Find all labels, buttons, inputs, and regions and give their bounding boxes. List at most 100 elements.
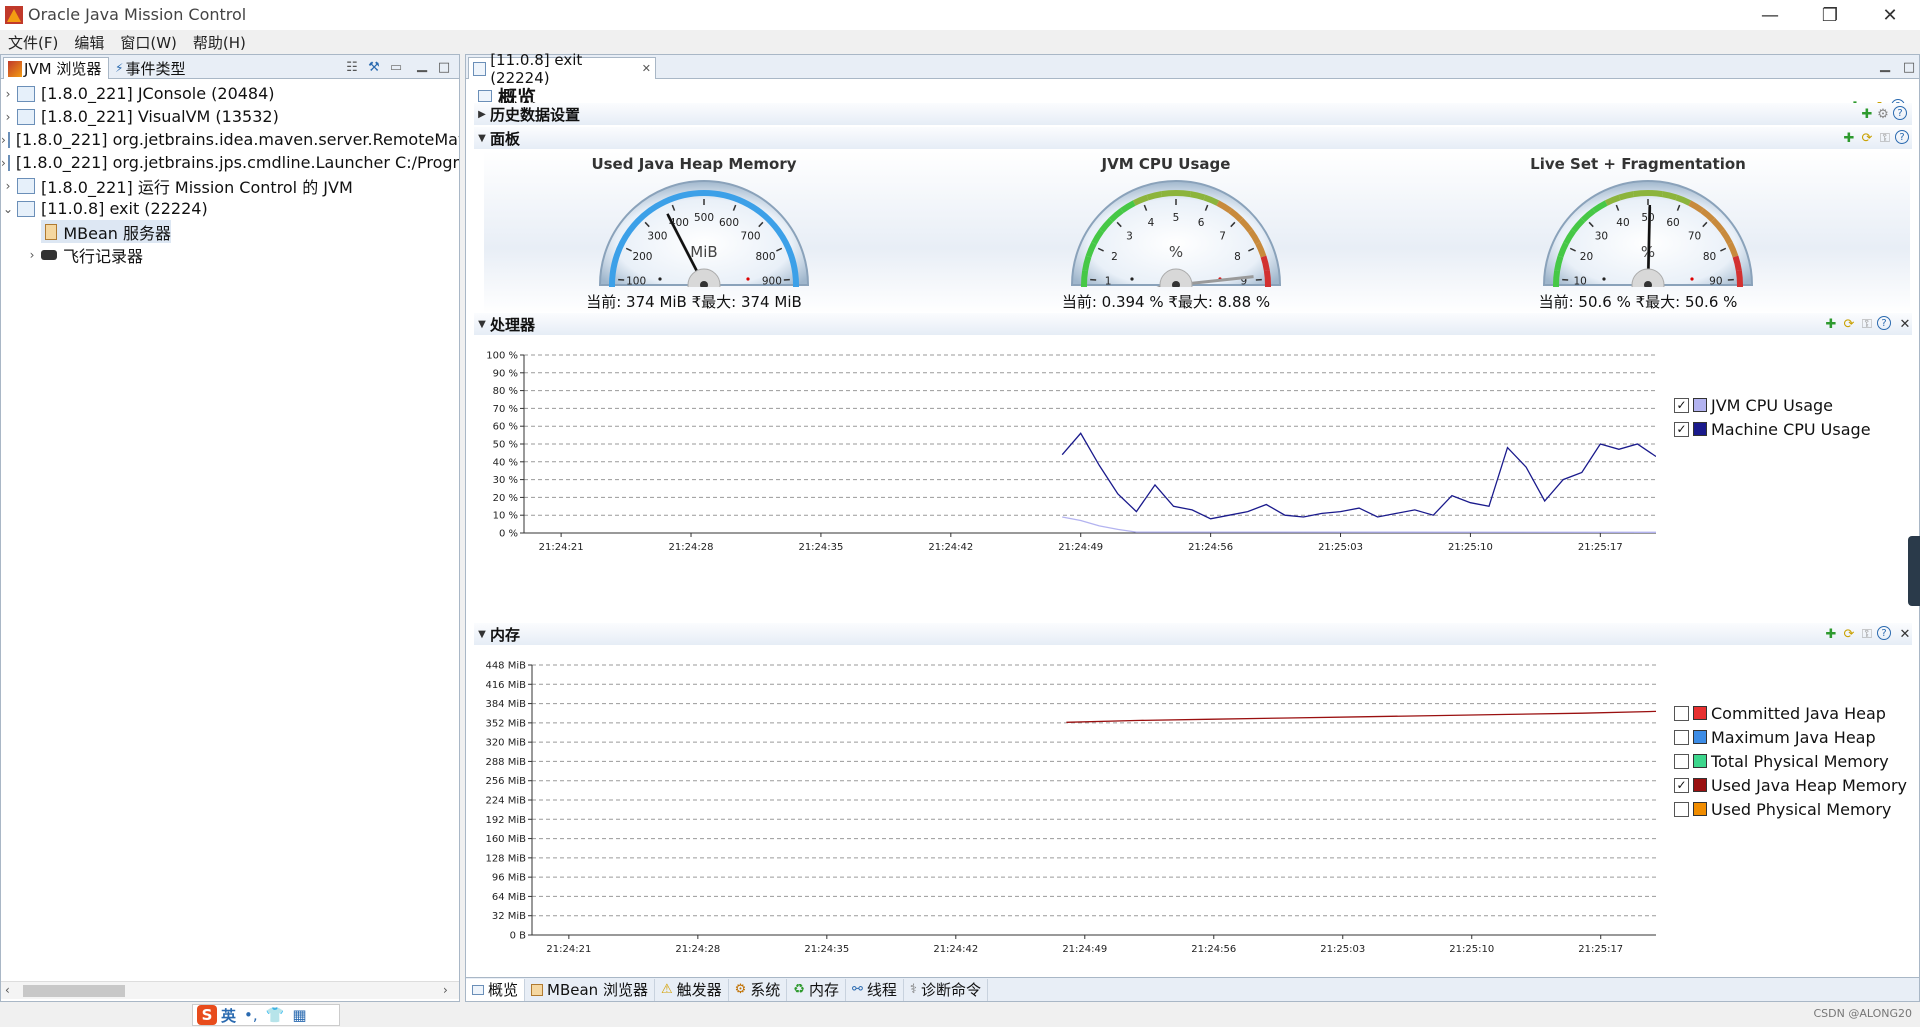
- add-icon[interactable]: ✚: [1841, 130, 1857, 146]
- legend-item-used-heap[interactable]: ✓ Used Java Heap Memory: [1674, 773, 1914, 797]
- legend-item-machine-cpu[interactable]: ✓ Machine CPU Usage: [1674, 417, 1914, 441]
- restore-button[interactable]: ❐: [1800, 0, 1860, 30]
- chevron-right-icon[interactable]: ›: [1, 110, 15, 124]
- dashboard-section-header[interactable]: ▼ 面板: [474, 127, 1912, 149]
- lock-icon[interactable]: ⚿: [1859, 626, 1875, 642]
- menu-edit[interactable]: 编辑: [66, 32, 112, 53]
- tab-exit-22224[interactable]: [11.0.8] exit (22224) ✕: [468, 51, 656, 87]
- maximize-view-icon[interactable]: □: [436, 59, 452, 75]
- gauge-tick-label: 90: [1709, 276, 1722, 287]
- add-icon[interactable]: ✚: [1823, 316, 1839, 332]
- legend-item-jvm-cpu[interactable]: ✓ JVM CPU Usage: [1674, 393, 1914, 417]
- legend-checkbox[interactable]: [1674, 705, 1689, 721]
- chevron-down-icon[interactable]: ▼: [474, 133, 490, 144]
- close-tab-icon[interactable]: ✕: [642, 62, 651, 75]
- refresh-icon[interactable]: ⟳: [1859, 130, 1875, 146]
- tab-jvm-browser[interactable]: JVM 浏览器: [3, 57, 109, 79]
- tab-threads[interactable]: ⚯ 线程: [846, 978, 904, 1001]
- legend-checkbox[interactable]: ✓: [1674, 397, 1689, 413]
- help-icon[interactable]: ?: [1893, 106, 1907, 120]
- chevron-right-icon[interactable]: ▶: [474, 109, 490, 120]
- chevron-down-icon[interactable]: ▼: [474, 319, 490, 330]
- close-window-button[interactable]: ✕: [1860, 0, 1920, 30]
- connect-icon[interactable]: ⚒: [366, 59, 382, 75]
- tree-item-mbean-server[interactable]: MBean 服务器: [41, 220, 171, 243]
- jvm-icon: [17, 85, 35, 102]
- chevron-down-icon[interactable]: ▼: [474, 629, 490, 640]
- scrollbar-thumb[interactable]: [23, 985, 125, 997]
- side-grip-handle[interactable]: [1908, 536, 1920, 606]
- chevron-right-icon[interactable]: ›: [1, 179, 15, 193]
- tree-item-jconsole[interactable]: › [1.8.0_221] JConsole (20484): [1, 82, 459, 105]
- legend-checkbox[interactable]: [1674, 753, 1689, 769]
- new-folder-icon[interactable]: ▭: [388, 59, 404, 75]
- skin-icon[interactable]: 👕: [266, 1006, 285, 1024]
- close-icon[interactable]: ✕: [1897, 316, 1913, 332]
- tab-overview[interactable]: 概览: [466, 978, 526, 1001]
- sogou-ime-icon[interactable]: S: [197, 1005, 217, 1025]
- close-icon[interactable]: ✕: [1897, 626, 1913, 642]
- legend-item-committed-heap[interactable]: Committed Java Heap: [1674, 701, 1914, 725]
- tab-diagnostic-commands[interactable]: ⚕ 诊断命令: [904, 978, 988, 1001]
- gauge-arc-segment: [1618, 191, 1635, 201]
- gauge-arc-segment: [1175, 190, 1191, 198]
- refresh-icon[interactable]: ⟳: [1841, 316, 1857, 332]
- scroll-right-icon[interactable]: ›: [443, 983, 448, 997]
- ime-toolbar[interactable]: S 英 •, 👕 ▦: [192, 1004, 340, 1026]
- maximize-editor-icon[interactable]: □: [1901, 59, 1917, 75]
- menu-file[interactable]: 文件(F): [0, 32, 66, 53]
- add-icon[interactable]: ✚: [1859, 106, 1875, 122]
- help-icon[interactable]: ?: [1877, 316, 1891, 330]
- add-icon[interactable]: ✚: [1823, 626, 1839, 642]
- tree-item-jps-launcher[interactable]: › [1.8.0_221] org.jetbrains.jps.cmdline.…: [1, 151, 459, 174]
- legend-checkbox[interactable]: ✓: [1674, 777, 1689, 793]
- toolbox-icon[interactable]: ▦: [292, 1006, 306, 1024]
- chevron-right-icon[interactable]: ›: [25, 248, 39, 262]
- tree-layout-icon[interactable]: ☷: [344, 59, 360, 75]
- minimize-editor-icon[interactable]: ▁: [1877, 57, 1893, 73]
- chevron-right-icon[interactable]: ›: [1, 133, 6, 147]
- help-icon[interactable]: ?: [1895, 130, 1909, 144]
- legend-checkbox[interactable]: [1674, 801, 1689, 817]
- punctuation-icon[interactable]: •,: [244, 1006, 258, 1024]
- tab-mbean-browser[interactable]: MBean 浏览器: [525, 978, 655, 1001]
- horizontal-scrollbar[interactable]: ‹ ›: [1, 981, 459, 999]
- tab-system[interactable]: ⚙ 系统: [729, 978, 788, 1001]
- lock-icon[interactable]: ⚿: [1877, 130, 1893, 146]
- settings-icon[interactable]: ⚙: [1875, 106, 1891, 122]
- history-section-header[interactable]: ▶ 历史数据设置: [474, 103, 1912, 125]
- tree-item-mission-control-jvm[interactable]: › [1.8.0_221] 运行 Mission Control 的 JVM: [1, 174, 459, 197]
- tree-item-maven-server[interactable]: › [1.8.0_221] org.jetbrains.idea.maven.s…: [1, 128, 459, 151]
- y-tick-label: 100 %: [486, 351, 518, 362]
- tab-triggers[interactable]: ⚠ 触发器: [655, 978, 729, 1001]
- lock-icon[interactable]: ⚿: [1859, 316, 1875, 332]
- tree-item-flight-recorder[interactable]: › 飞行记录器: [25, 243, 325, 266]
- x-tick-label: 21:25:03: [1318, 542, 1363, 553]
- menu-window[interactable]: 窗口(W): [112, 32, 185, 53]
- legend-item-total-physical[interactable]: Total Physical Memory: [1674, 749, 1914, 773]
- minimize-button[interactable]: —: [1740, 0, 1800, 30]
- chevron-right-icon[interactable]: ›: [1, 87, 15, 101]
- legend-item-used-physical[interactable]: Used Physical Memory: [1674, 797, 1914, 821]
- chevron-down-icon[interactable]: ⌄: [1, 202, 15, 216]
- legend-item-max-heap[interactable]: Maximum Java Heap: [1674, 725, 1914, 749]
- legend-swatch: [1693, 754, 1707, 768]
- legend-checkbox[interactable]: [1674, 729, 1689, 745]
- tree-item-visualvm[interactable]: › [1.8.0_221] VisualVM (13532): [1, 105, 459, 128]
- tab-label: 内存: [808, 981, 839, 999]
- y-tick-label: 160 MiB: [485, 834, 526, 845]
- gauge-readout-heap: 当前: 374 MiB ₹最大: 374 MiB: [586, 293, 802, 311]
- chevron-right-icon[interactable]: ›: [1, 156, 6, 170]
- legend-checkbox[interactable]: ✓: [1674, 421, 1689, 437]
- refresh-icon[interactable]: ⟳: [1841, 626, 1857, 642]
- scroll-left-icon[interactable]: ‹: [5, 983, 10, 997]
- memory-section-header[interactable]: ▼ 内存: [474, 623, 1912, 645]
- processor-section-header[interactable]: ▼ 处理器: [474, 313, 1912, 335]
- tree-item-exit-22224[interactable]: ⌄ [11.0.8] exit (22224): [1, 197, 459, 220]
- ime-mode-label[interactable]: 英: [221, 1005, 236, 1026]
- menu-help[interactable]: 帮助(H): [185, 32, 254, 53]
- help-icon[interactable]: ?: [1877, 626, 1891, 640]
- minimize-view-icon[interactable]: ▁: [414, 57, 430, 73]
- tab-memory[interactable]: ♻ 内存: [787, 978, 846, 1001]
- tab-event-types[interactable]: ⚡ 事件类型: [111, 57, 197, 79]
